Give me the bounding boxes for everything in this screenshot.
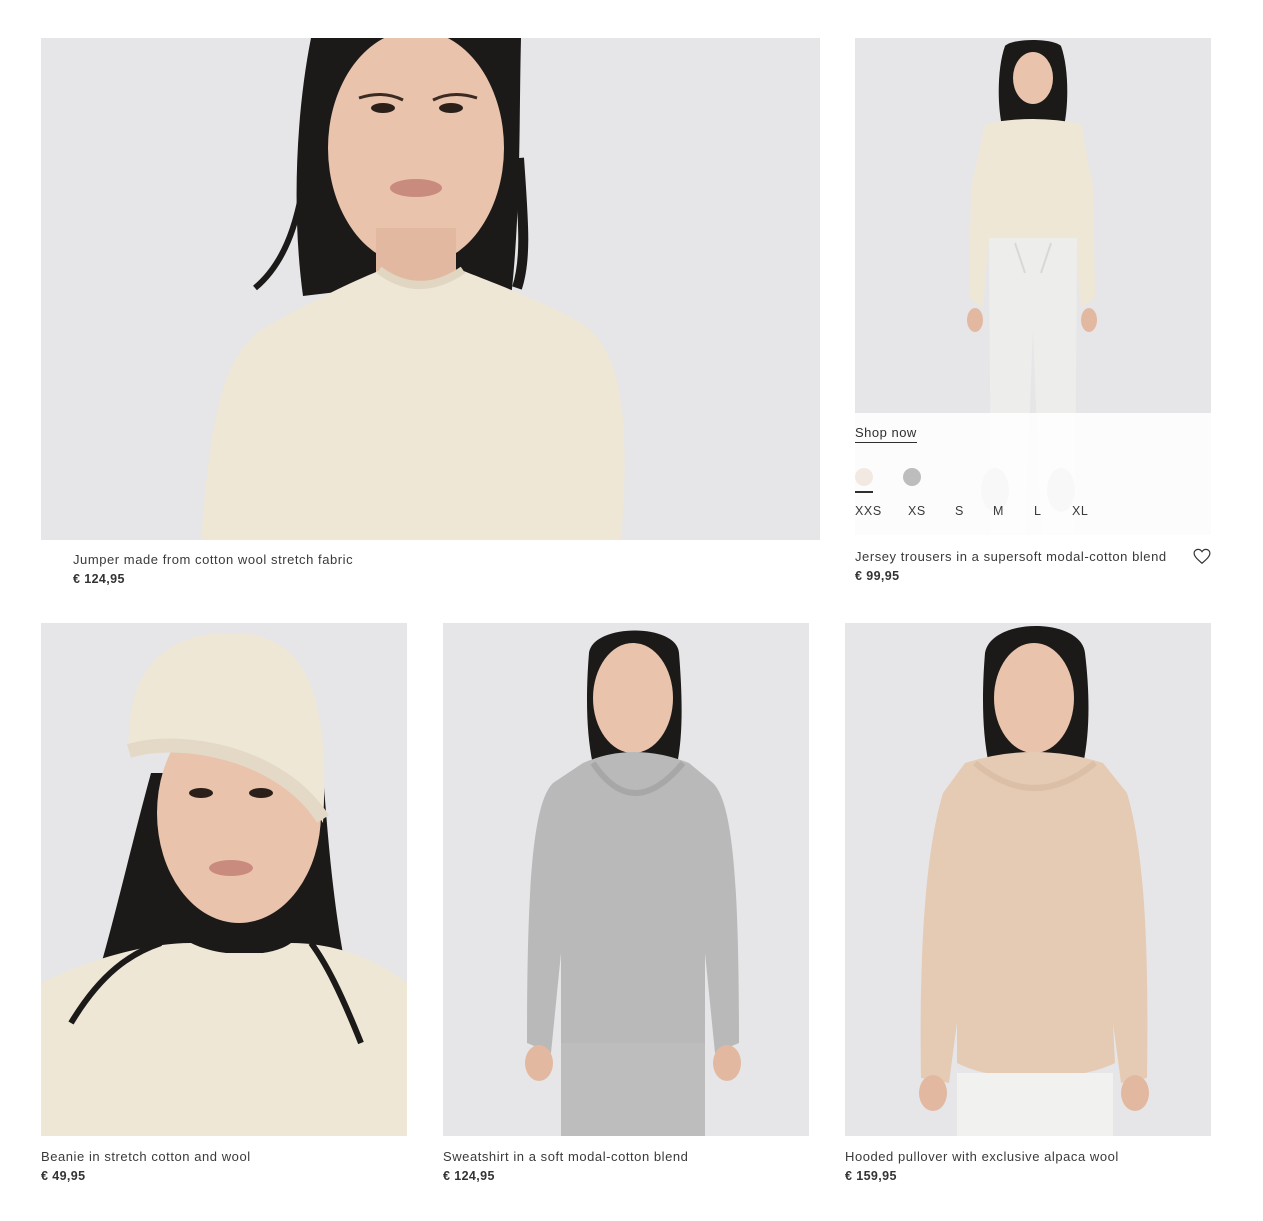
product-price: € 124,95: [443, 1169, 495, 1183]
product-title[interactable]: Beanie in stretch cotton and wool: [41, 1149, 251, 1164]
product-price: € 49,95: [41, 1169, 86, 1183]
product-image-sweatshirt[interactable]: [443, 623, 809, 1136]
shop-now-link[interactable]: Shop now: [855, 425, 917, 443]
color-swatch-off-white[interactable]: [855, 468, 873, 486]
product-price: € 99,95: [855, 569, 900, 583]
product-card-jumper[interactable]: Jumper made from cotton wool stretch fab…: [41, 38, 820, 598]
product-card-beanie[interactable]: Beanie in stretch cotton and wool € 49,9…: [41, 623, 407, 1193]
size-option-xxs[interactable]: XXS: [855, 504, 882, 518]
size-option-s[interactable]: S: [955, 504, 964, 518]
product-price: € 159,95: [845, 1169, 897, 1183]
product-image-jumper[interactable]: [41, 38, 820, 540]
size-option-l[interactable]: L: [1034, 504, 1042, 518]
product-card-jersey-trousers[interactable]: Shop now XXS XS S M L XL Jersey trousers…: [855, 38, 1211, 598]
size-option-xs[interactable]: XS: [908, 504, 926, 518]
quick-shop-panel: Shop now XXS XS S M L XL: [855, 413, 1211, 535]
product-image-beanie[interactable]: [41, 623, 407, 1136]
product-card-sweatshirt[interactable]: Sweatshirt in a soft modal-cotton blend …: [443, 623, 809, 1193]
product-card-hooded-pullover[interactable]: Hooded pullover with exclusive alpaca wo…: [845, 623, 1211, 1193]
heart-outline-icon[interactable]: [1193, 548, 1211, 565]
product-title[interactable]: Sweatshirt in a soft modal-cotton blend: [443, 1149, 688, 1164]
size-option-xl[interactable]: XL: [1072, 504, 1089, 518]
size-option-m[interactable]: M: [993, 504, 1004, 518]
product-title[interactable]: Jersey trousers in a supersoft modal-cot…: [855, 549, 1167, 564]
product-title[interactable]: Jumper made from cotton wool stretch fab…: [73, 552, 353, 567]
color-swatch-grey[interactable]: [903, 468, 921, 486]
product-image-hooded-pullover[interactable]: [845, 623, 1211, 1136]
selected-swatch-indicator: [855, 491, 873, 493]
product-price: € 124,95: [73, 572, 125, 586]
product-title[interactable]: Hooded pullover with exclusive alpaca wo…: [845, 1149, 1119, 1164]
